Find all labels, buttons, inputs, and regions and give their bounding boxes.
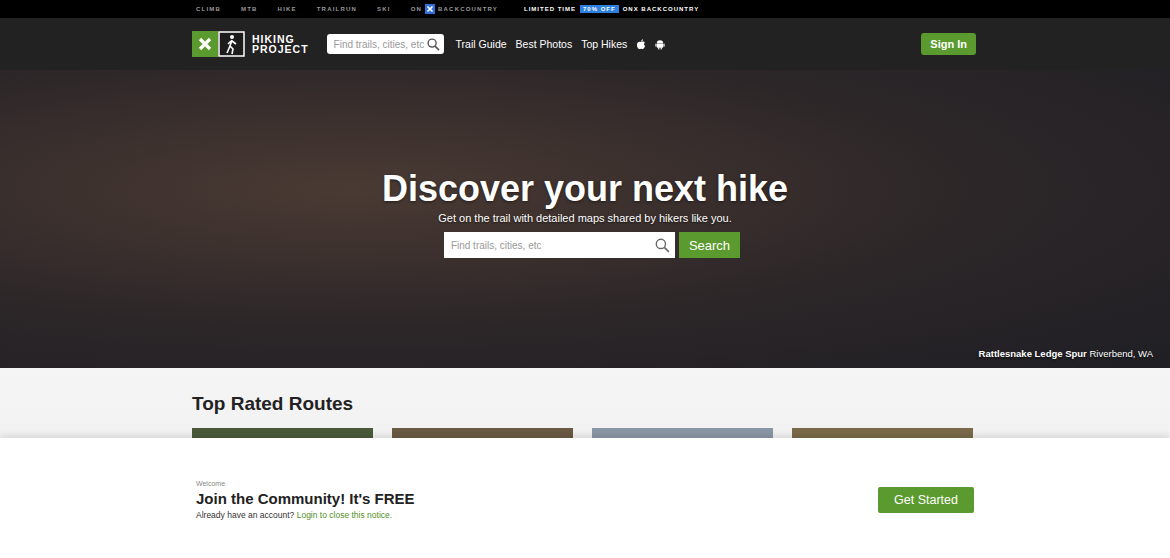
onx-x-icon — [425, 4, 435, 14]
sign-in-button[interactable]: Sign In — [921, 33, 976, 55]
hero-title: Discover your next hike — [382, 168, 788, 210]
hero: Discover your next hike Get on the trail… — [0, 70, 1170, 368]
search-icon — [655, 238, 670, 253]
top-bar: CLIMB MTB HIKE TRAILRUN SKI ON BACKCOUNTRY L… — [0, 0, 1170, 18]
caption-route: Rattlesnake Ledge Spur — [979, 348, 1087, 359]
onx-link[interactable]: ON BACKCOUNTRY — [411, 0, 498, 18]
onx-prefix: ON — [411, 0, 422, 18]
nav-search-placeholder: Find trails, cities, etc — [334, 39, 425, 50]
login-link[interactable]: Login to close this notice. — [297, 510, 392, 520]
logo[interactable]: HIKING PROJECT — [192, 31, 309, 57]
get-started-button[interactable]: Get Started — [878, 487, 974, 513]
android-icon[interactable] — [655, 39, 665, 50]
site-link[interactable]: MTB — [241, 0, 258, 18]
banner-eyebrow: Welcome — [196, 480, 415, 487]
nav-links: Trail Guide Best Photos Top Hikes — [456, 38, 666, 50]
hero-content: Discover your next hike Get on the trail… — [0, 70, 1170, 348]
banner-title: Join the Community! It's FREE — [196, 489, 415, 508]
banner-text: Welcome Join the Community! It's FREE Al… — [196, 480, 415, 520]
logo-line: PROJECT — [252, 44, 309, 54]
promo-badge: 70% OFF — [580, 5, 619, 13]
site-link[interactable]: SKI — [377, 0, 391, 18]
logo-line: HIKING — [252, 34, 309, 44]
apple-icon[interactable] — [636, 39, 646, 50]
nav-link[interactable]: Trail Guide — [456, 38, 507, 50]
hero-search-field[interactable]: Find trails, cities, etc — [444, 232, 675, 258]
page: CLIMB MTB HIKE TRAILRUN SKI ON BACKCOUNTRY L… — [0, 0, 1170, 558]
site-link[interactable]: HIKE — [278, 0, 297, 18]
hero-search: Find trails, cities, etc Search — [444, 232, 740, 258]
photo-caption[interactable]: Rattlesnake Ledge Spur Riverbend, WA — [0, 348, 1170, 368]
nav-link[interactable]: Top Hikes — [581, 38, 627, 50]
join-banner: Welcome Join the Community! It's FREE Al… — [0, 438, 1170, 558]
caption-place: Riverbend, WA — [1089, 348, 1153, 359]
site-link[interactable]: TRAILRUN — [317, 0, 357, 18]
section-title: Top Rated Routes — [192, 392, 978, 416]
hero-subtitle: Get on the trail with detailed maps shar… — [438, 212, 731, 224]
promo-tail: ONX BACKCOUNTRY — [623, 6, 699, 12]
promo-lead: LIMITED TIME — [524, 6, 576, 12]
nav-bar: HIKING PROJECT Find trails, cities, etc … — [0, 18, 1170, 70]
nav-link[interactable]: Best Photos — [516, 38, 573, 50]
promo[interactable]: LIMITED TIME 70% OFF ONX BACKCOUNTRY — [524, 5, 699, 13]
nav-search-field[interactable]: Find trails, cities, etc — [327, 34, 444, 54]
note-text: Already have an account? — [196, 510, 294, 520]
hero-search-placeholder: Find trails, cities, etc — [451, 240, 542, 251]
search-icon[interactable] — [427, 38, 440, 51]
banner-note: Already have an account? Login to close … — [196, 510, 415, 520]
logo-text: HIKING PROJECT — [252, 34, 309, 54]
logo-icon — [192, 31, 246, 57]
search-button[interactable]: Search — [679, 232, 740, 258]
onx-suffix: BACKCOUNTRY — [438, 0, 498, 18]
site-link[interactable]: CLIMB — [196, 0, 221, 18]
